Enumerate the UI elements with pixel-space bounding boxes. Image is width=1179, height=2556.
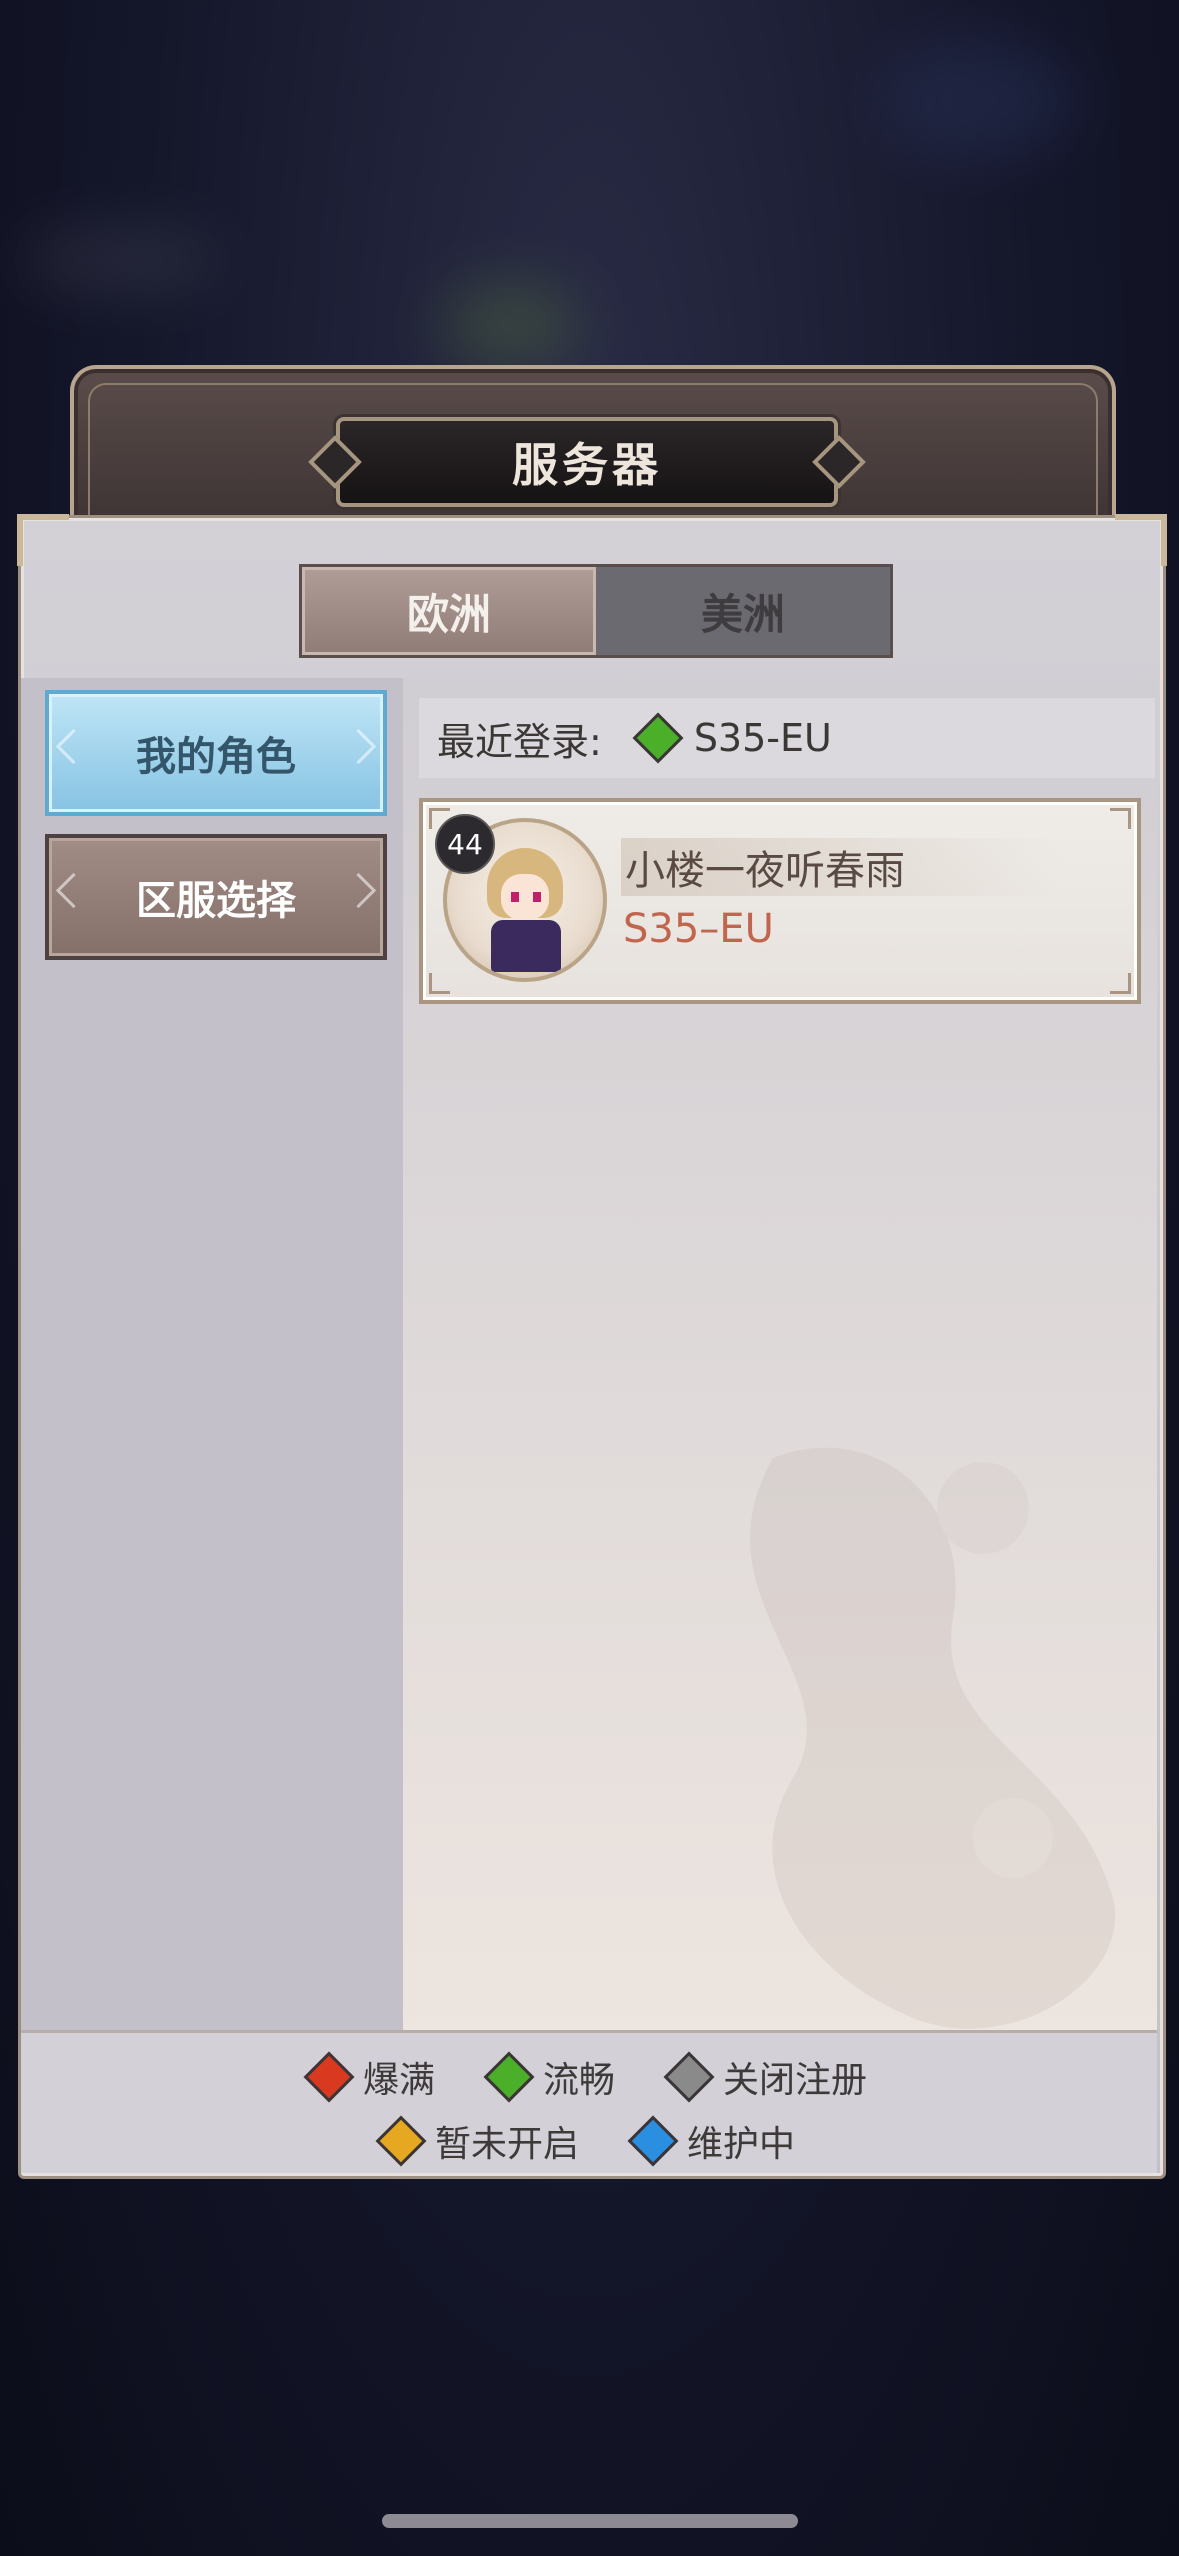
dialog-body: 欧洲 美洲 我的角色 区服选择 最近登录: S35-EU 44 小楼一夜听春雨 …	[17, 514, 1167, 2179]
title-plate: 服务器	[308, 417, 866, 507]
region-tabs: 欧洲 美洲	[299, 564, 893, 658]
legend-item: 流畅	[483, 2051, 615, 2103]
corner-ornament-icon	[17, 514, 69, 566]
legend-label: 流畅	[542, 2060, 615, 2101]
status-not-open-gem-icon	[375, 2115, 427, 2167]
status-smooth-gem-icon	[483, 2051, 535, 2103]
tab-europe[interactable]: 欧洲	[302, 567, 596, 655]
character-card[interactable]: 44 小楼一夜听春雨 S35–EU	[419, 798, 1141, 1004]
legend-label: 暂未开启	[434, 2124, 579, 2165]
corner-ornament-icon	[1115, 514, 1167, 566]
server-select-button[interactable]: 区服选择	[45, 834, 387, 960]
status-maintenance-gem-icon	[627, 2115, 679, 2167]
character-name: 小楼一夜听春雨	[621, 838, 1065, 896]
status-smooth-gem-icon	[632, 712, 684, 764]
chevron-right-icon	[340, 728, 377, 765]
tab-americas[interactable]: 美洲	[596, 567, 890, 655]
chevron-right-icon	[340, 872, 377, 909]
recent-login-bar[interactable]: 最近登录: S35-EU	[419, 698, 1155, 778]
server-select-label: 区服选择	[136, 878, 296, 924]
chevron-left-icon	[55, 872, 92, 909]
server-dialog: 服务器 欧洲 美洲 我的角色 区服选择 最近登录: S35-EU 44 小楼一夜…	[17, 365, 1167, 2179]
side-menu: 我的角色 区服选择	[21, 678, 403, 2030]
legend-item: 暂未开启	[375, 2115, 579, 2167]
legend-label: 爆满	[362, 2060, 435, 2101]
legend-label: 维护中	[687, 2124, 796, 2165]
status-legend: 爆满 流畅 关闭注册 暂未开启 维护中	[21, 2030, 1157, 2173]
dialog-title: 服务器	[512, 438, 662, 492]
card-corner-icon	[429, 973, 450, 994]
legend-item: 维护中	[627, 2115, 796, 2167]
character-server: S35–EU	[623, 906, 774, 952]
status-closed-gem-icon	[663, 2051, 715, 2103]
level-badge: 44	[435, 814, 495, 874]
chevron-left-icon	[55, 728, 92, 765]
character-art-watermark	[750, 1447, 1116, 2029]
legend-item: 爆满	[303, 2051, 435, 2103]
legend-item: 关闭注册	[663, 2051, 868, 2103]
character-panel: 最近登录: S35-EU 44 小楼一夜听春雨 S35–EU	[403, 678, 1157, 2030]
my-characters-label: 我的角色	[136, 734, 296, 780]
my-characters-button[interactable]: 我的角色	[45, 690, 387, 816]
status-full-gem-icon	[303, 2051, 355, 2103]
home-indicator[interactable]	[382, 2514, 798, 2528]
legend-label: 关闭注册	[723, 2060, 868, 2101]
recent-login-label: 最近登录:	[437, 719, 602, 764]
recent-login-server: S35-EU	[693, 716, 832, 760]
card-corner-icon	[1110, 973, 1131, 994]
card-corner-icon	[1110, 808, 1131, 829]
